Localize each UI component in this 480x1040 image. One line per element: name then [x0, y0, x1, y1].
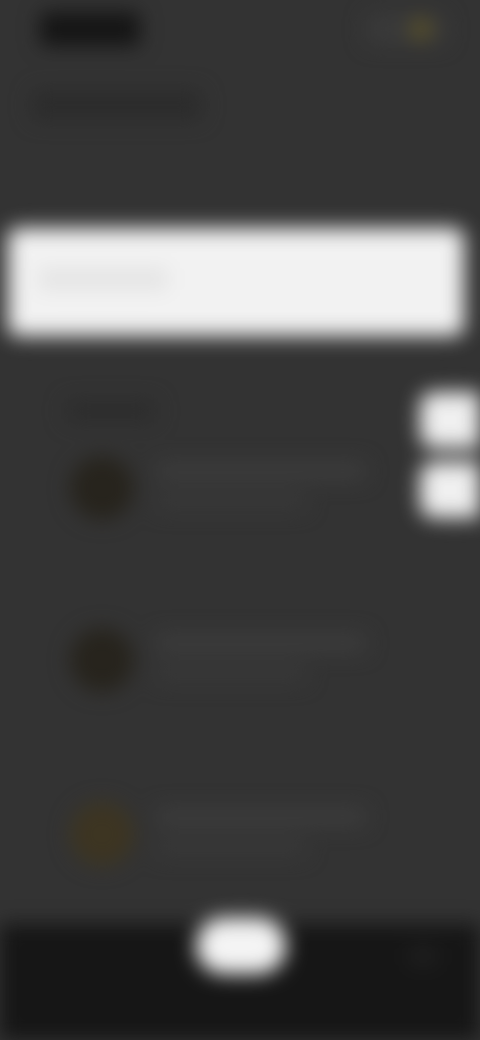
status-icons	[366, 14, 446, 44]
page-title	[32, 90, 202, 120]
list-item-title	[156, 462, 366, 480]
list-item-title	[156, 634, 366, 652]
list-item[interactable]	[60, 446, 420, 536]
status-time	[40, 12, 140, 46]
section-label	[66, 400, 156, 422]
banner-text	[38, 268, 168, 290]
home-button[interactable]	[196, 918, 286, 974]
list-item-subtitle	[156, 838, 306, 856]
list-item[interactable]	[60, 792, 420, 882]
blurred-content	[0, 0, 480, 1040]
avatar	[70, 628, 134, 692]
side-action-button-1[interactable]	[420, 392, 480, 448]
app-screen	[0, 0, 480, 1040]
notification-dot-icon	[410, 18, 432, 40]
avatar	[70, 802, 134, 866]
banner-card[interactable]	[8, 228, 464, 336]
side-action-button-2[interactable]	[420, 462, 480, 518]
nav-hint-icon	[408, 946, 438, 966]
list-item[interactable]	[60, 618, 420, 708]
status-bar	[0, 0, 480, 60]
list-item-subtitle	[156, 492, 306, 510]
list-item-subtitle	[156, 664, 306, 682]
list-item-title	[156, 808, 366, 826]
avatar	[70, 456, 134, 520]
